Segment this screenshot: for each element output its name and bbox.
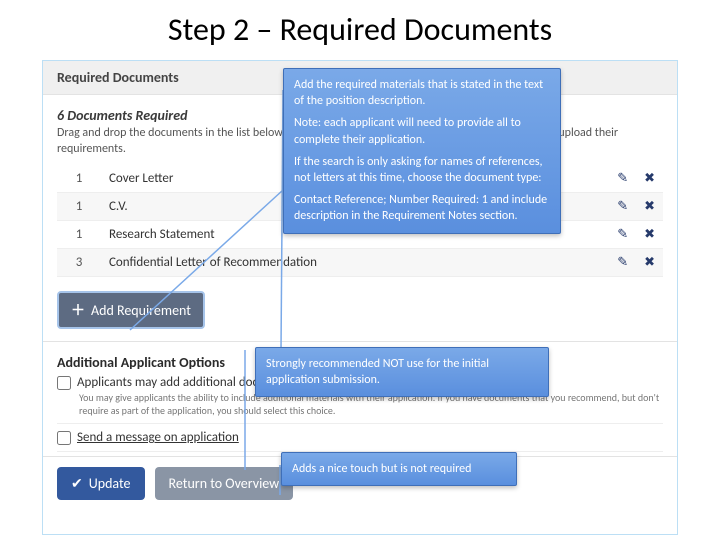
delete-icon[interactable]: ✖ [644, 255, 655, 270]
table-row: 3 Confidential Letter of Recommendation … [57, 249, 663, 277]
delete-icon[interactable]: ✖ [644, 171, 655, 186]
send-message-label: Send a message on application [77, 430, 239, 445]
add-requirement-button[interactable]: ＋ Add Requirement [57, 291, 205, 329]
doc-qty: 1 [57, 193, 101, 221]
return-label: Return to Overview [169, 475, 280, 492]
doc-label: Confidential Letter of Recommendation [101, 249, 587, 277]
callout-nice-touch: Adds a nice touch but is not required [281, 452, 517, 486]
add-requirement-label: Add Requirement [91, 302, 191, 319]
check-icon: ✔ [71, 475, 83, 492]
update-label: Update [89, 475, 131, 492]
callout-requirements: Add the required materials that is state… [283, 68, 561, 234]
send-message-checkbox[interactable] [57, 431, 71, 445]
delete-icon[interactable]: ✖ [644, 199, 655, 214]
edit-icon[interactable]: ✎ [617, 171, 628, 186]
callout-not-recommended: Strongly recommended NOT use for the ini… [255, 347, 549, 397]
page-title: Step 2 – Required Documents [0, 0, 720, 49]
doc-qty: 1 [57, 221, 101, 249]
doc-qty: 3 [57, 249, 101, 277]
edit-icon[interactable]: ✎ [617, 199, 628, 214]
additional-docs-checkbox[interactable] [57, 376, 71, 390]
update-button[interactable]: ✔ Update [57, 467, 145, 500]
return-button[interactable]: Return to Overview [155, 467, 294, 500]
edit-icon[interactable]: ✎ [617, 227, 628, 242]
delete-icon[interactable]: ✖ [644, 227, 655, 242]
edit-icon[interactable]: ✎ [617, 255, 628, 270]
doc-qty: 1 [57, 165, 101, 193]
plus-icon: ＋ [71, 300, 85, 320]
